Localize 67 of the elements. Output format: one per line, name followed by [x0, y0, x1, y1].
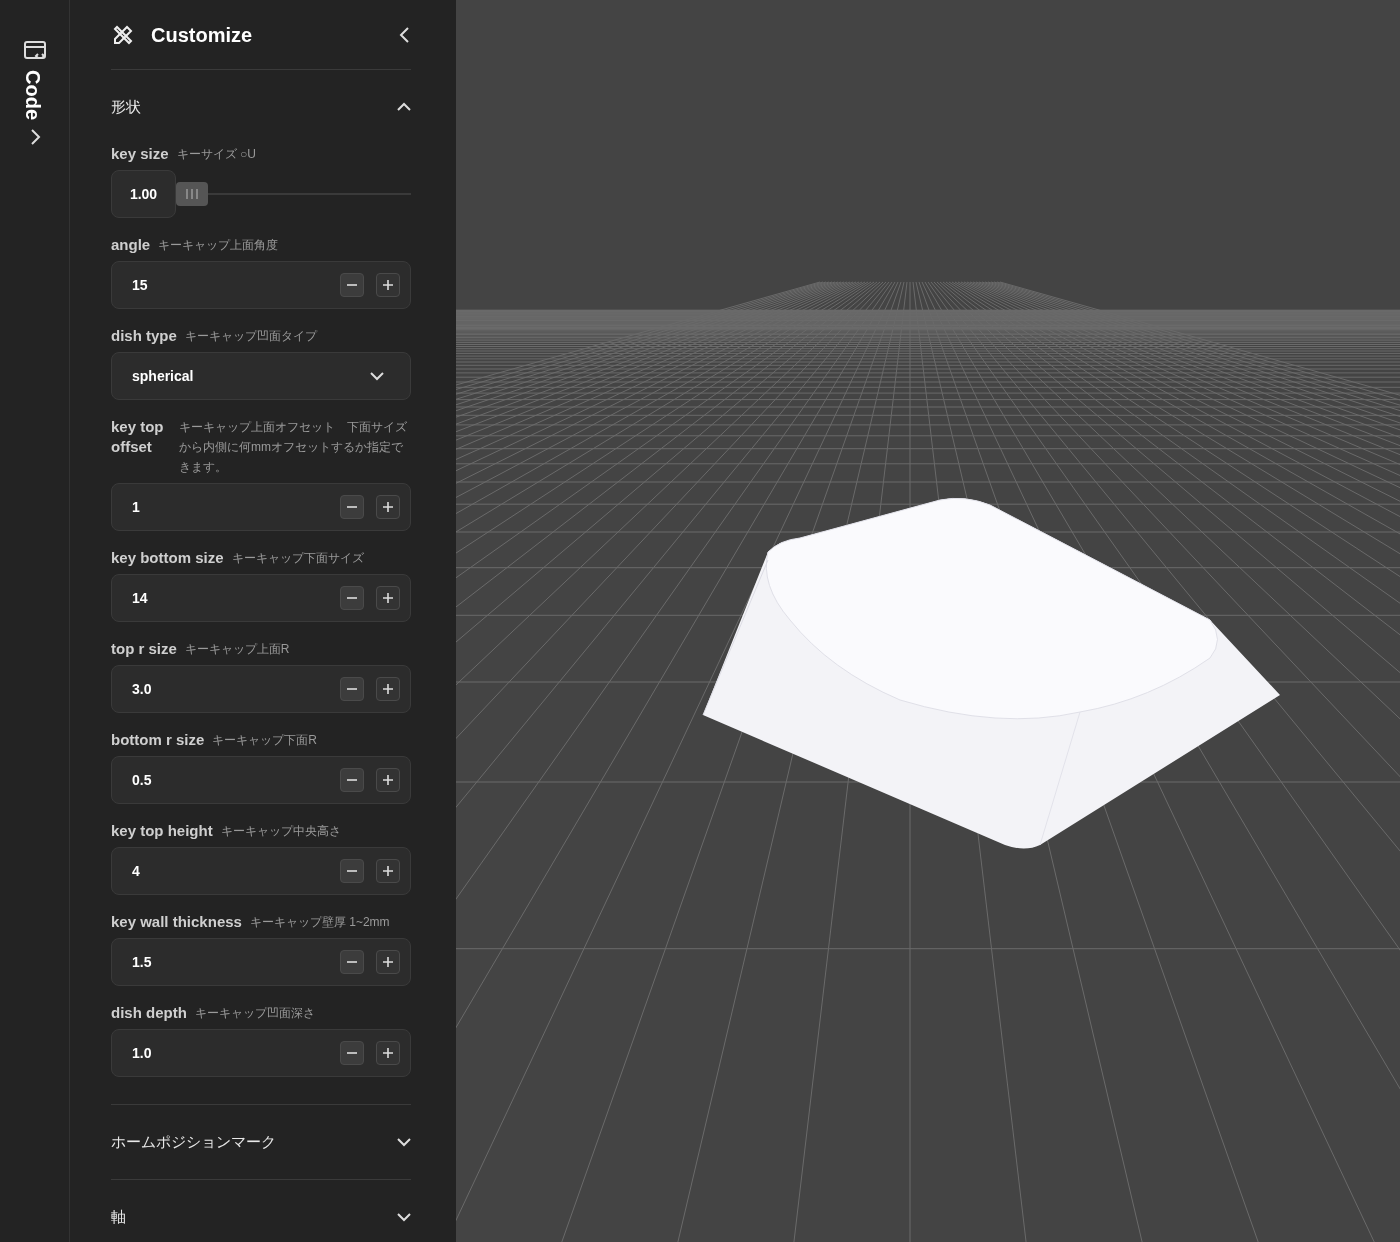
field-hint: キーキャップ凹面タイプ [184, 328, 317, 345]
chevron-down-icon [397, 1137, 411, 1147]
code-tab[interactable]: Code [22, 70, 47, 120]
field-label: top r size [111, 639, 177, 659]
collapse-chevron-icon[interactable] [399, 25, 411, 44]
slider-thumb[interactable] [176, 182, 208, 206]
field-label: key wall thickness [111, 912, 242, 932]
field-hint: キーキャップ下面R [212, 732, 317, 749]
field-label: key top offset [111, 417, 165, 457]
value-field[interactable]: 1.00 [111, 170, 176, 218]
decrement-button[interactable] [340, 586, 364, 610]
increment-button[interactable] [376, 950, 400, 974]
number-field[interactable]: 4 [111, 847, 411, 895]
decrement-button[interactable] [340, 495, 364, 519]
decrement-button[interactable] [340, 677, 364, 701]
chevron-up-icon [397, 102, 411, 112]
number-field[interactable]: 3.0 [111, 665, 411, 713]
plus-icon [382, 279, 394, 291]
panel-title: Customize [151, 22, 254, 48]
field-label: key bottom size [111, 548, 224, 568]
decrement-button[interactable] [340, 1041, 364, 1065]
field-label: dish type [111, 326, 177, 346]
field-label: key top height [111, 821, 213, 841]
field-hint: キーキャップ上面角度 [158, 237, 279, 254]
section-header[interactable]: 軸 [111, 1180, 411, 1242]
field-hint: キーサイズ ○U [176, 146, 256, 163]
increment-button[interactable] [376, 586, 400, 610]
increment-button[interactable] [376, 768, 400, 792]
decrement-button[interactable] [340, 950, 364, 974]
slider-track[interactable] [176, 181, 411, 207]
number-field[interactable]: 14 [111, 574, 411, 622]
dropdown[interactable]: spherical [111, 352, 411, 400]
number-field[interactable]: 15 [111, 261, 411, 309]
number-field[interactable]: 0.5 [111, 756, 411, 804]
plus-icon [382, 592, 394, 604]
field-label: bottom r size [111, 730, 205, 750]
field-label: key size [111, 144, 169, 164]
field-hint: キーキャップ上面オフセット 下面サイズから内側に何mmオフセットするか指定できます。 [179, 419, 408, 476]
number-field[interactable]: 1.0 [111, 1029, 411, 1077]
field-hint: キーキャップ凹面深さ [194, 1005, 315, 1022]
field-hint: キーキャップ壁厚 1~2mm [249, 914, 390, 931]
code-window-icon[interactable] [22, 40, 47, 62]
field-hint: キーキャップ下面サイズ [231, 550, 364, 567]
plus-icon [382, 683, 394, 695]
increment-button[interactable] [376, 495, 400, 519]
increment-button[interactable] [376, 1041, 400, 1065]
plus-icon [382, 956, 394, 968]
section-header[interactable]: ホームポジションマーク [111, 1105, 411, 1179]
decrement-button[interactable] [340, 859, 364, 883]
number-field[interactable]: 1.5 [111, 938, 411, 986]
number-field[interactable]: 1 [111, 483, 411, 531]
field-hint: キーキャップ上面R [184, 641, 290, 658]
chevron-down-icon [397, 1212, 411, 1222]
increment-button[interactable] [376, 859, 400, 883]
chevron-down-icon [370, 371, 384, 381]
plus-icon [382, 501, 394, 513]
increment-button[interactable] [376, 273, 400, 297]
plus-icon [382, 1047, 394, 1059]
section-header[interactable]: 形状 [111, 70, 411, 144]
decrement-button[interactable] [340, 768, 364, 792]
plus-icon [382, 774, 394, 786]
decrement-button[interactable] [340, 273, 364, 297]
field-label: angle [111, 235, 151, 255]
field-label: dish depth [111, 1003, 187, 1023]
increment-button[interactable] [376, 677, 400, 701]
field-hint: キーキャップ中央高さ [220, 823, 341, 840]
plus-icon [382, 865, 394, 877]
